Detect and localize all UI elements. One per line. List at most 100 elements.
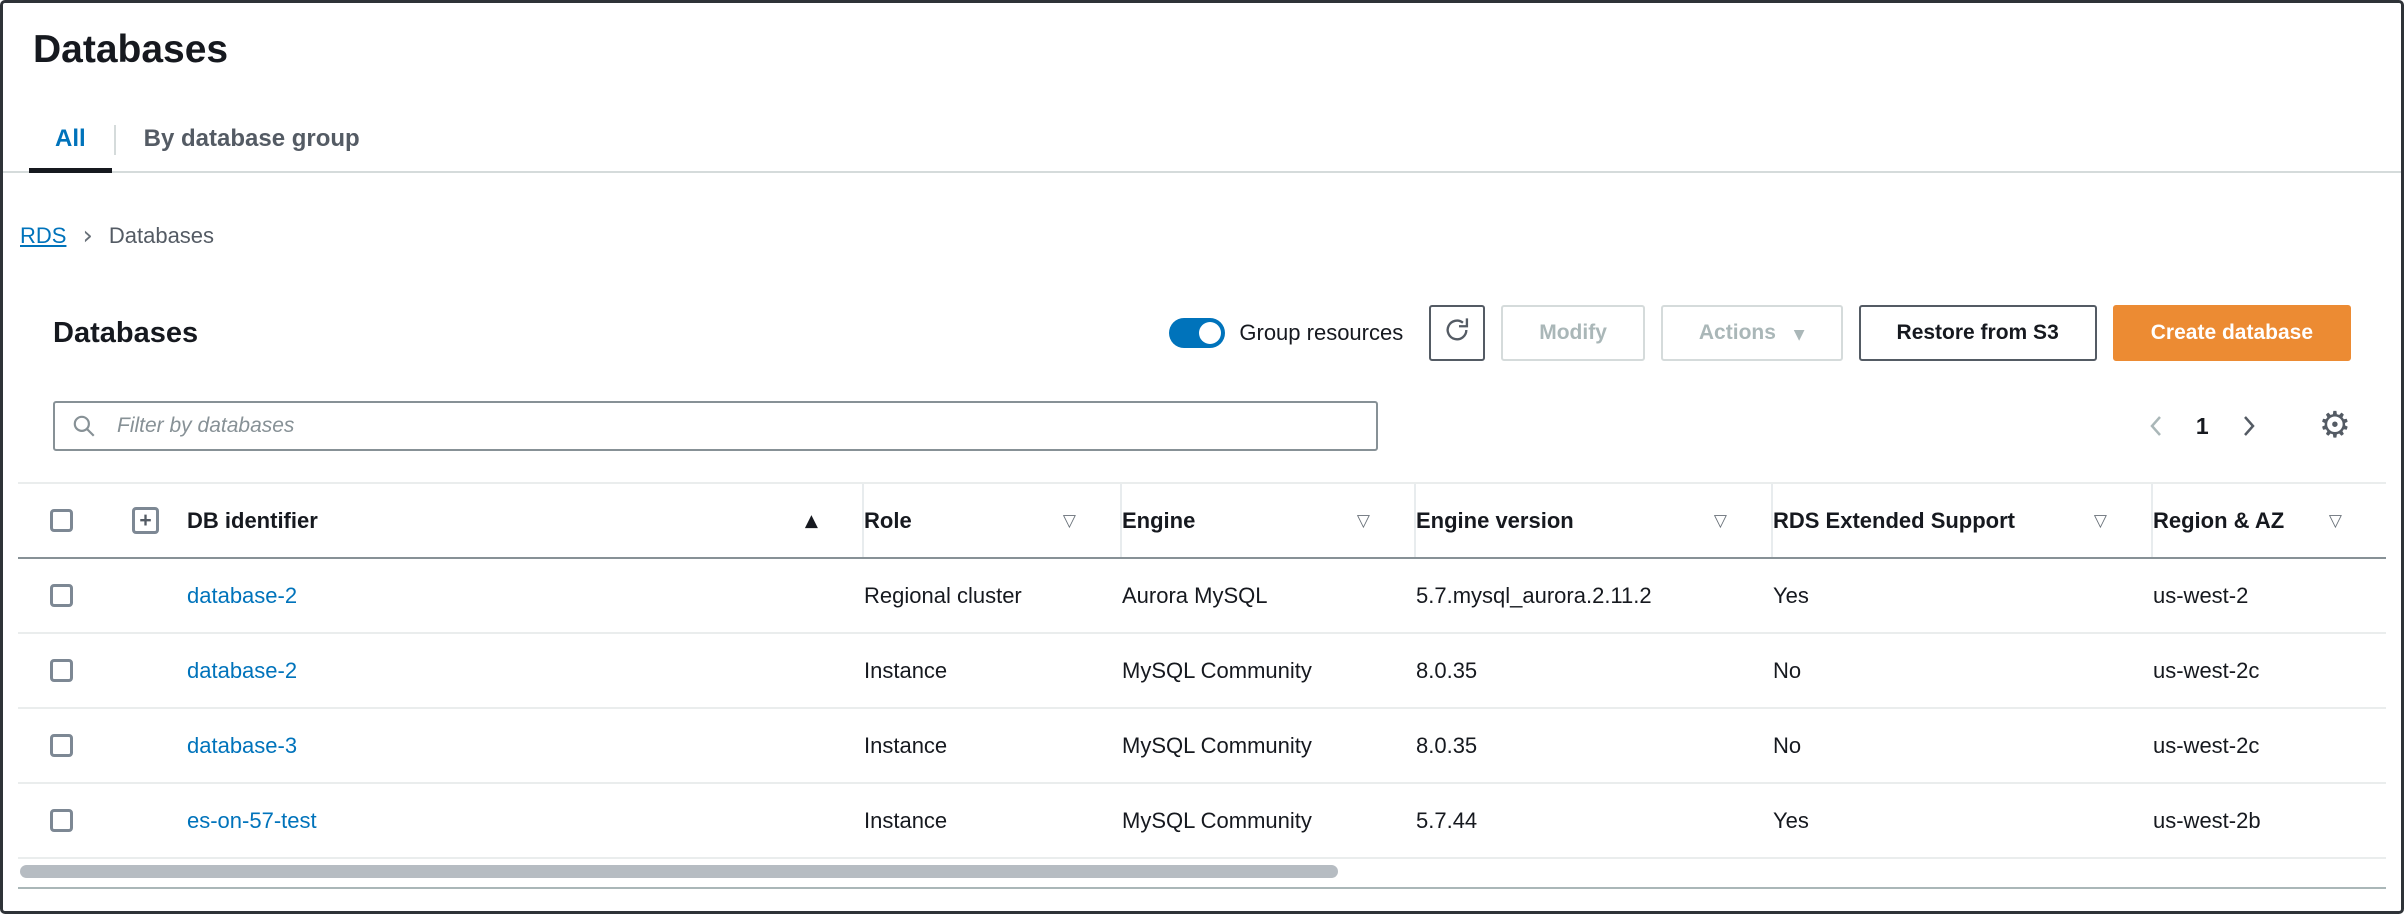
column-filter-icon[interactable]: ▽ <box>1063 511 1076 531</box>
tab-bar: All By database group <box>3 113 2401 173</box>
refresh-button[interactable] <box>1429 305 1485 361</box>
create-database-button[interactable]: Create database <box>2113 305 2351 361</box>
modify-button[interactable]: Modify <box>1501 305 1645 361</box>
sort-ascending-icon[interactable]: ▲ <box>805 511 818 531</box>
row-checkbox[interactable] <box>50 809 73 832</box>
db-identifier-link[interactable]: database-2 <box>187 583 297 609</box>
expand-all-icon[interactable]: + <box>132 507 159 534</box>
cell-engine: Aurora MySQL <box>1122 559 1416 632</box>
cell-region-az: us-west-2c <box>2153 634 2386 707</box>
cell-rds-extended-support: Yes <box>1773 559 2153 632</box>
breadcrumb-current: Databases <box>109 223 214 249</box>
panel-title: Databases <box>53 317 198 350</box>
horizontal-scrollbar[interactable] <box>20 865 1338 878</box>
cell-db-identifier: database-2 <box>187 634 864 707</box>
panel-header: Databases Group resources <box>18 305 2386 361</box>
column-label: RDS Extended Support <box>1773 508 2015 534</box>
table-row: database-2 Instance MySQL Community 8.0.… <box>18 634 2386 709</box>
row-expand-cell <box>104 634 187 707</box>
column-header-engine-version[interactable]: Engine version ▽ <box>1416 484 1773 557</box>
cell-region-az: us-west-2c <box>2153 709 2386 782</box>
filter-row: 1 ⚙ <box>18 401 2386 451</box>
horizontal-scrollbar-track <box>20 865 2384 879</box>
panel-actions: Group resources Modify Actions ▼ Restore <box>1169 305 2351 361</box>
row-checkbox[interactable] <box>50 659 73 682</box>
tab-all[interactable]: All <box>29 113 112 171</box>
cell-db-identifier: es-on-57-test <box>187 784 864 857</box>
db-identifier-link[interactable]: es-on-57-test <box>187 808 317 834</box>
column-label: Region & AZ <box>2153 508 2284 534</box>
column-label: Engine version <box>1416 508 1574 534</box>
pagination: 1 ⚙ <box>2142 408 2351 444</box>
tab-by-database-group[interactable]: By database group <box>118 113 386 171</box>
pagination-next-button[interactable] <box>2235 408 2263 444</box>
toggle-knob <box>1199 322 1221 344</box>
pagination-current-page[interactable]: 1 <box>2196 413 2209 440</box>
row-expand-cell <box>104 559 187 632</box>
filter-input[interactable] <box>53 401 1378 451</box>
row-checkbox[interactable] <box>50 734 73 757</box>
column-filter-icon[interactable]: ▽ <box>2329 511 2342 531</box>
table-row: database-3 Instance MySQL Community 8.0.… <box>18 709 2386 784</box>
cell-engine-version: 5.7.44 <box>1416 784 1773 857</box>
cell-engine: MySQL Community <box>1122 709 1416 782</box>
group-resources-control: Group resources <box>1169 318 1403 348</box>
table-header-row: + DB identifier ▲ Role ▽ Engine ▽ Engine… <box>18 482 2386 559</box>
db-identifier-link[interactable]: database-3 <box>187 733 297 759</box>
actions-button[interactable]: Actions ▼ <box>1661 305 1843 361</box>
row-checkbox-cell <box>18 559 104 632</box>
breadcrumb: RDS › Databases <box>20 223 2401 249</box>
refresh-icon <box>1443 316 1471 350</box>
header-expand-cell: + <box>104 484 187 557</box>
cell-region-az: us-west-2b <box>2153 784 2386 857</box>
caret-down-icon: ▼ <box>1794 327 1805 343</box>
table-row: database-2 Regional cluster Aurora MySQL… <box>18 559 2386 634</box>
cell-role: Instance <box>864 634 1122 707</box>
column-header-engine[interactable]: Engine ▽ <box>1122 484 1416 557</box>
cell-engine: MySQL Community <box>1122 634 1416 707</box>
databases-panel: Databases Group resources <box>18 305 2386 889</box>
column-filter-icon[interactable]: ▽ <box>2094 511 2107 531</box>
cell-db-identifier: database-2 <box>187 559 864 632</box>
breadcrumb-link-rds[interactable]: RDS <box>20 223 66 249</box>
cell-rds-extended-support: No <box>1773 709 2153 782</box>
cell-region-az: us-west-2 <box>2153 559 2386 632</box>
tab-by-database-group-label: By database group <box>144 125 360 152</box>
db-identifier-link[interactable]: database-2 <box>187 658 297 684</box>
column-label: Engine <box>1122 508 1195 534</box>
row-expand-cell <box>104 709 187 782</box>
column-header-role[interactable]: Role ▽ <box>864 484 1122 557</box>
select-all-checkbox[interactable] <box>50 509 73 532</box>
tab-divider <box>114 125 116 155</box>
restore-from-s3-button[interactable]: Restore from S3 <box>1859 305 2097 361</box>
column-header-rds-extended-support[interactable]: RDS Extended Support ▽ <box>1773 484 2153 557</box>
row-checkbox-cell <box>18 709 104 782</box>
column-label: DB identifier <box>187 508 318 534</box>
tab-all-label: All <box>55 125 86 152</box>
row-expand-cell <box>104 784 187 857</box>
column-filter-icon[interactable]: ▽ <box>1357 511 1370 531</box>
group-resources-label: Group resources <box>1239 320 1403 346</box>
pagination-previous-button[interactable] <box>2142 408 2170 444</box>
column-header-region-az[interactable]: Region & AZ ▽ <box>2153 484 2386 557</box>
cell-rds-extended-support: Yes <box>1773 784 2153 857</box>
cell-engine: MySQL Community <box>1122 784 1416 857</box>
row-checkbox[interactable] <box>50 584 73 607</box>
column-header-db-identifier[interactable]: DB identifier ▲ <box>187 484 864 557</box>
cell-role: Regional cluster <box>864 559 1122 632</box>
cell-db-identifier: database-3 <box>187 709 864 782</box>
header-checkbox-cell <box>18 484 104 557</box>
cell-role: Instance <box>864 709 1122 782</box>
table-row: es-on-57-test Instance MySQL Community 5… <box>18 784 2386 859</box>
cell-engine-version: 5.7.mysql_aurora.2.11.2 <box>1416 559 1773 632</box>
preferences-gear-icon[interactable]: ⚙ <box>2319 408 2351 444</box>
column-label: Role <box>864 508 912 534</box>
cell-role: Instance <box>864 784 1122 857</box>
row-checkbox-cell <box>18 634 104 707</box>
databases-table: + DB identifier ▲ Role ▽ Engine ▽ Engine… <box>18 482 2386 859</box>
row-checkbox-cell <box>18 784 104 857</box>
cell-engine-version: 8.0.35 <box>1416 709 1773 782</box>
column-filter-icon[interactable]: ▽ <box>1714 511 1727 531</box>
group-resources-toggle[interactable] <box>1169 318 1225 348</box>
breadcrumb-separator-icon: › <box>82 225 92 247</box>
